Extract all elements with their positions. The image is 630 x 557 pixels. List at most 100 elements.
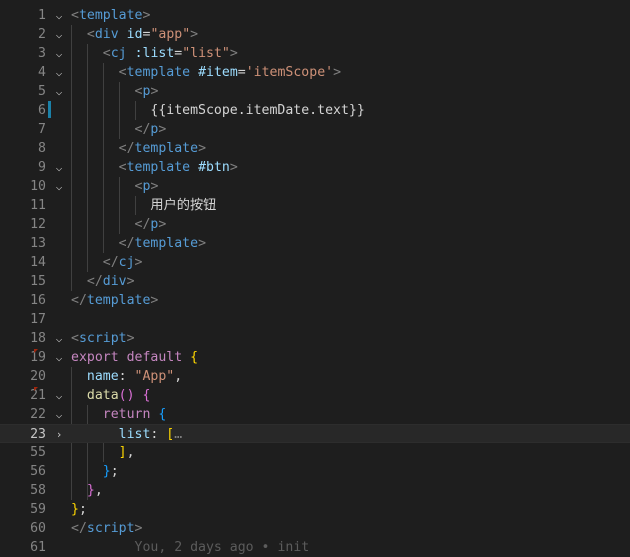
code-text: export default { bbox=[71, 348, 198, 367]
token: < bbox=[86, 27, 95, 42]
code-line[interactable]: 58 }, bbox=[0, 481, 630, 500]
fold-chevron-icon[interactable]: ⌵ bbox=[52, 158, 66, 177]
fold-chevron-icon[interactable]: ⌵ bbox=[52, 6, 66, 25]
token: </ bbox=[71, 293, 87, 308]
token: > bbox=[150, 84, 159, 99]
code-line[interactable]: 13 </template> bbox=[0, 234, 630, 253]
code-line[interactable]: 7 </p> bbox=[0, 120, 630, 139]
fold-chevron-icon[interactable]: ⌵ bbox=[52, 25, 66, 44]
token: : bbox=[118, 369, 135, 384]
fold-chevron-icon[interactable]: ⌵ bbox=[52, 405, 66, 424]
code-line[interactable]: 22 ⌵ return { bbox=[0, 405, 630, 424]
fold-chevron-icon[interactable]: ⌵ bbox=[52, 386, 66, 405]
token: > bbox=[198, 236, 207, 251]
token: : bbox=[150, 427, 167, 442]
line-number: 11 bbox=[30, 198, 46, 213]
token: </ bbox=[134, 217, 151, 232]
code-text: </p> bbox=[71, 215, 167, 234]
code-line[interactable]: 5 ⌵ <p> bbox=[0, 82, 630, 101]
token: div bbox=[94, 27, 119, 42]
fold-chevron-icon[interactable]: ⌵ bbox=[52, 348, 66, 367]
token: > bbox=[134, 255, 143, 270]
code-line[interactable]: 9 ⌵ <template #btn> bbox=[0, 158, 630, 177]
code-line[interactable]: 59}; bbox=[0, 500, 630, 519]
line-number: 10 bbox=[30, 179, 46, 194]
code-text: <p> bbox=[71, 82, 159, 101]
code-text: <div id="app"> bbox=[71, 25, 198, 44]
fold-collapsed-icon[interactable]: › bbox=[52, 425, 66, 444]
code-line[interactable]: 15 </div> bbox=[0, 272, 630, 291]
token: 用户的按钮 bbox=[71, 198, 217, 213]
token: < bbox=[118, 160, 127, 175]
token: default bbox=[126, 350, 183, 365]
code-line[interactable]: 10 ⌵ <p> bbox=[0, 177, 630, 196]
line-number: 4 bbox=[38, 65, 46, 80]
line-number: 17 bbox=[30, 312, 46, 327]
code-line[interactable]: 55 ], bbox=[0, 443, 630, 462]
line-number: 58 bbox=[30, 483, 46, 498]
code-line[interactable]: 23 › list: [… bbox=[0, 424, 630, 443]
code-line[interactable]: 18 ⌵ <script> bbox=[0, 329, 630, 348]
code-editor[interactable]: 1 ⌵ <template> 2 ⌵ <div id="app"> 3 ⌵ <cj :lis… bbox=[0, 0, 630, 555]
token: </ bbox=[118, 236, 135, 251]
code-line[interactable]: 8 </template> bbox=[0, 139, 630, 158]
code-line[interactable]: 6 {{itemScope.itemDate.text}} bbox=[0, 101, 630, 120]
code-text: You, 2 days ago • init bbox=[71, 538, 310, 557]
fold-chevron-icon[interactable]: ⌵ bbox=[52, 177, 66, 196]
code-text: 用户的按钮 bbox=[71, 196, 216, 215]
token: You, 2 days ago • init bbox=[86, 540, 310, 555]
code-line[interactable]: 1 ⌵ <template> bbox=[0, 6, 630, 25]
code-line[interactable]: 60 </script> bbox=[0, 519, 630, 538]
code-line[interactable]: 14 </cj> bbox=[0, 253, 630, 272]
code-text: <script> bbox=[71, 329, 135, 348]
code-line[interactable]: 17 bbox=[0, 310, 630, 329]
code-text: </template> bbox=[71, 234, 206, 253]
code-line[interactable]: 20 name: "App", bbox=[0, 367, 630, 386]
token: , bbox=[94, 483, 103, 498]
token: , bbox=[126, 445, 135, 460]
token: > bbox=[126, 331, 135, 346]
code-line[interactable]: 19 ⌵ export default { bbox=[0, 348, 630, 367]
token: cj bbox=[118, 255, 135, 270]
code-line[interactable]: 61 You, 2 days ago • init bbox=[0, 538, 630, 557]
token: </ bbox=[86, 274, 103, 289]
code-line[interactable]: 3 ⌵ <cj :list="list"> bbox=[0, 44, 630, 63]
code-line[interactable]: 11 用户的按钮 bbox=[0, 196, 630, 215]
fold-chevron-icon[interactable]: ⌵ bbox=[52, 329, 66, 348]
line-number: 55 bbox=[30, 445, 46, 460]
code-line[interactable]: 4 ⌵ <template #item='itemScope'> bbox=[0, 63, 630, 82]
line-number: 19 bbox=[30, 350, 46, 365]
token: } bbox=[71, 502, 79, 517]
token: #item bbox=[198, 65, 238, 80]
token: </ bbox=[118, 141, 135, 156]
code-text: </p> bbox=[71, 120, 167, 139]
fold-chevron-icon[interactable]: ⌵ bbox=[52, 82, 66, 101]
token: template bbox=[126, 65, 191, 80]
code-line[interactable]: 21 ⌵ data() { bbox=[0, 386, 630, 405]
fold-chevron-icon[interactable]: ⌵ bbox=[52, 44, 66, 63]
code-line[interactable]: 12 </p> bbox=[0, 215, 630, 234]
fold-chevron-icon[interactable]: ⌵ bbox=[52, 63, 66, 82]
code-line[interactable]: 2 ⌵ <div id="app"> bbox=[0, 25, 630, 44]
token: cj bbox=[110, 46, 127, 61]
code-line[interactable]: 16 </template> bbox=[0, 291, 630, 310]
line-number: 60 bbox=[30, 521, 46, 536]
code-line[interactable]: 56 }; bbox=[0, 462, 630, 481]
code-text: <template> bbox=[71, 6, 150, 25]
token: < bbox=[102, 46, 111, 61]
token: { bbox=[142, 388, 151, 403]
gutter-marker-icon bbox=[34, 387, 38, 391]
